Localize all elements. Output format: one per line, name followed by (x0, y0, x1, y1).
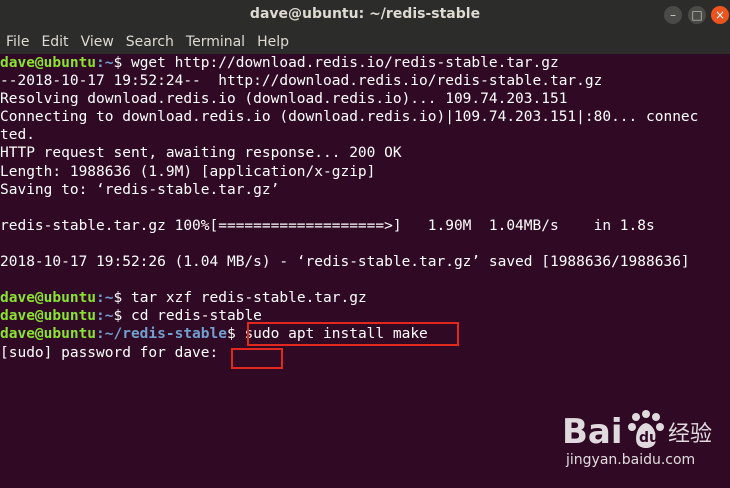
output-text: Saving to: ‘redis-stable.tar.gz’ (0, 181, 280, 198)
terminal-line: dave@ubuntu:~$ wget http://download.redi… (0, 54, 730, 72)
command-text: cd redis-stable (130, 308, 262, 325)
prompt-path: :~ (96, 55, 114, 71)
terminal-line: Length: 1988636 (1.9M) [application/x-gz… (0, 163, 730, 181)
svg-text:经验: 经验 (668, 422, 712, 447)
terminal-line: [sudo] password for dave: (0, 344, 730, 362)
prompt-path: :~/redis-stable (96, 326, 227, 343)
prompt-path: :~ (96, 290, 114, 307)
baidu-watermark: Bai du 经验 jingyan.baidu.com (552, 405, 730, 488)
output-text: HTTP request sent, awaiting response... … (0, 145, 402, 162)
output-text: [sudo] password for dave: (0, 344, 227, 361)
prompt-symbol: $ (113, 55, 131, 71)
output-text: 2018-10-17 19:52:26 (1.04 MB/s) - ‘redis… (0, 254, 690, 271)
close-button[interactable]: × (711, 6, 729, 24)
command-text: wget http://download.redis.io/redis-stab… (130, 55, 559, 71)
menu-view[interactable]: View (75, 30, 120, 54)
terminal-line: --2018-10-17 19:52:24-- http://download.… (0, 72, 730, 90)
output-text: ted. (0, 127, 35, 144)
command-text: tar xzf redis-stable.tar.gz (130, 290, 367, 307)
minimize-button[interactable]: – (664, 6, 682, 24)
prompt-symbol: $ (113, 308, 131, 325)
terminal-line: ted. (0, 126, 730, 144)
prompt-symbol: $ (226, 326, 245, 343)
svg-text:Bai: Bai (562, 412, 623, 452)
terminal-line: dave@ubuntu:~$ tar xzf redis-stable.tar.… (0, 289, 730, 307)
prompt-user: dave@ubuntu (0, 308, 97, 325)
command-highlight-box (247, 322, 459, 346)
menu-search[interactable]: Search (120, 30, 180, 54)
terminal-line: 2018-10-17 19:52:26 (1.04 MB/s) - ‘redis… (0, 253, 730, 271)
prompt-user: dave@ubuntu (0, 290, 97, 307)
menu-help[interactable]: Help (251, 30, 295, 54)
output-text: Connecting to download.redis.io (downloa… (0, 109, 699, 126)
prompt-symbol: $ (113, 290, 131, 307)
svg-text:du: du (639, 430, 659, 446)
baidu-logo-icon: Bai du 经验 (562, 410, 712, 452)
terminal-line: Connecting to download.redis.io (downloa… (0, 108, 730, 126)
terminal-line: redis-stable.tar.gz 100%[===============… (0, 217, 730, 235)
menu-file[interactable]: File (0, 30, 35, 54)
terminal-line: HTTP request sent, awaiting response... … (0, 144, 730, 162)
password-highlight-box (231, 348, 283, 369)
maximize-button[interactable]: □ (688, 6, 706, 24)
output-text: redis-stable.tar.gz 100%[===============… (0, 217, 655, 234)
output-text: Resolving download.redis.io (download.re… (0, 91, 568, 108)
prompt-user: dave@ubuntu (0, 326, 97, 343)
prompt-user: dave@ubuntu (0, 55, 97, 71)
terminal-line: Resolving download.redis.io (download.re… (0, 90, 730, 108)
output-text: --2018-10-17 19:52:24-- http://download.… (0, 73, 603, 90)
menu-bar: File Edit View Search Terminal Help (0, 30, 730, 54)
title-bar: dave@ubuntu: ~/redis-stable – □ × (0, 0, 730, 30)
menu-terminal[interactable]: Terminal (180, 30, 251, 54)
window-title: dave@ubuntu: ~/redis-stable (249, 6, 481, 22)
prompt-path: :~ (96, 308, 114, 325)
watermark-subtitle: jingyan.baidu.com (566, 452, 696, 468)
menu-edit[interactable]: Edit (35, 30, 74, 54)
output-text: Length: 1988636 (1.9M) [application/x-gz… (0, 163, 376, 180)
terminal-line: Saving to: ‘redis-stable.tar.gz’ (0, 181, 730, 199)
